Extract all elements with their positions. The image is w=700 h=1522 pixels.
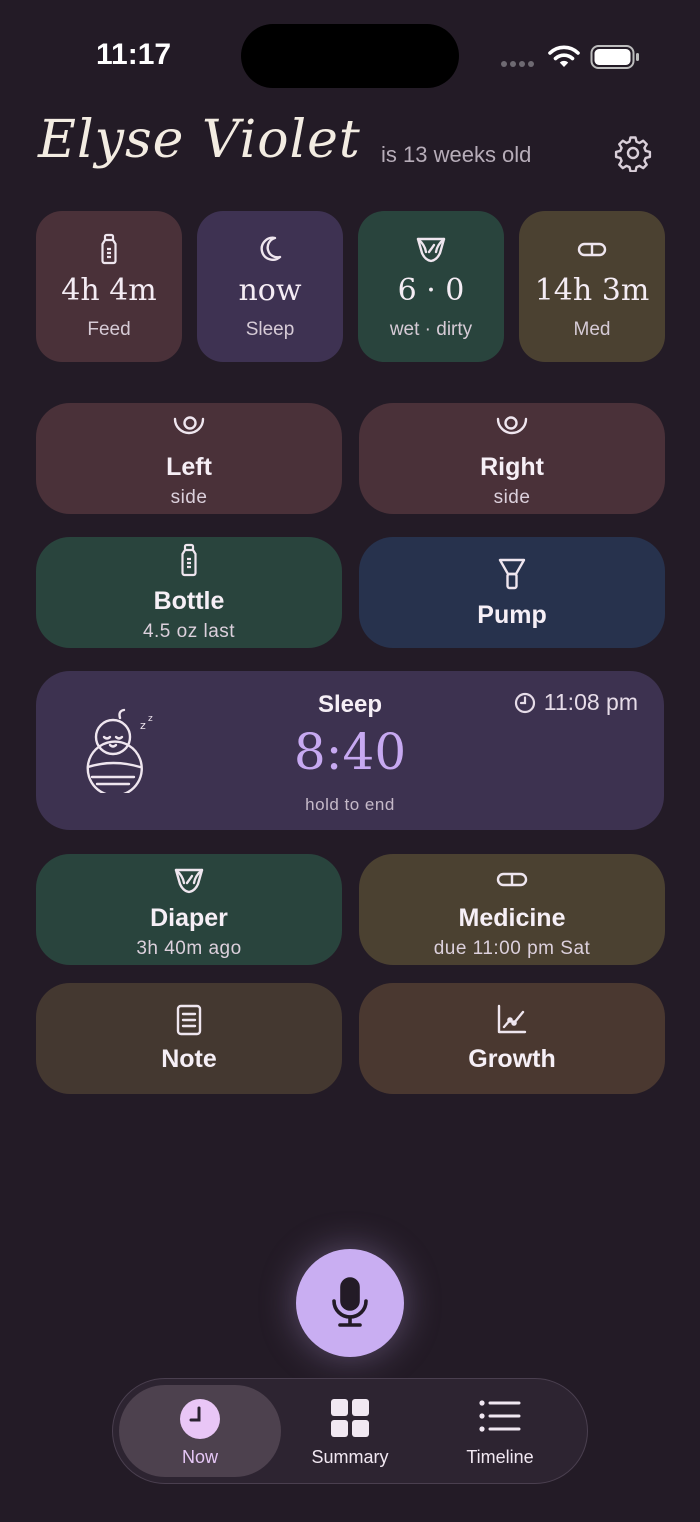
stat-diaper-label: wet · dirty xyxy=(389,319,473,340)
stat-feed[interactable]: 4h 4m Feed xyxy=(36,211,182,362)
list-icon xyxy=(479,1400,521,1432)
bottle-subtitle: 4.5 oz last xyxy=(142,621,236,642)
diaper-subtitle: 3h 40m ago xyxy=(136,938,242,959)
stat-diaper-value: 6 · 0 xyxy=(397,273,465,308)
tab-summary-label: Summary xyxy=(311,1447,389,1467)
pump-button[interactable]: Pump xyxy=(359,537,665,648)
tab-bar: Now Summary Timeline xyxy=(112,1378,588,1484)
voice-input-button[interactable] xyxy=(296,1249,404,1357)
tab-summary[interactable]: Summary xyxy=(269,1385,431,1477)
medicine-title: Medicine xyxy=(458,904,566,932)
growth-chart-icon xyxy=(497,1004,527,1034)
stat-medicine-value: 14h 3m xyxy=(534,273,650,308)
sleep-start-time-label: 11:08 pm xyxy=(543,689,638,715)
baby-name: Elyse Violet xyxy=(38,110,361,170)
baby-age: is 13 weeks old xyxy=(381,142,532,167)
moon-icon xyxy=(260,236,282,261)
growth-button[interactable]: Growth xyxy=(359,983,665,1094)
breast-right-icon xyxy=(496,416,528,435)
tab-timeline[interactable]: Timeline xyxy=(419,1385,581,1477)
stat-sleep-label: Sleep xyxy=(245,319,295,340)
pill-icon xyxy=(496,872,528,887)
sleep-elapsed-timer: 8:40 xyxy=(293,723,407,781)
bottle-icon xyxy=(181,543,197,577)
breast-left-icon xyxy=(173,416,205,435)
note-title: Note xyxy=(161,1045,217,1073)
stat-sleep[interactable]: now Sleep xyxy=(197,211,343,362)
stat-medicine[interactable]: 14h 3m Med xyxy=(519,211,665,362)
stat-feed-label: Feed xyxy=(87,319,131,340)
diaper-icon xyxy=(416,237,446,263)
left-side-title: Left xyxy=(166,453,212,481)
grid-icon xyxy=(331,1399,369,1437)
status-time: 11:17 xyxy=(96,38,172,71)
bottle-title: Bottle xyxy=(153,587,225,615)
diaper-button[interactable]: Diaper 3h 40m ago xyxy=(36,854,342,965)
cellular-signal-icon xyxy=(501,61,534,67)
tab-now[interactable]: Now xyxy=(119,1385,281,1477)
right-side-title: Right xyxy=(480,453,544,481)
diaper-icon xyxy=(174,868,204,894)
wifi-icon xyxy=(548,45,580,67)
note-button[interactable]: Note xyxy=(36,983,342,1094)
pump-icon xyxy=(498,558,526,590)
stat-diaper[interactable]: 6 · 0 wet · dirty xyxy=(358,211,504,362)
clock-icon xyxy=(514,692,535,713)
right-side-subtitle: side xyxy=(493,487,531,508)
pill-icon xyxy=(577,242,607,257)
diaper-title: Diaper xyxy=(150,904,228,932)
medicine-button[interactable]: Medicine due 11:00 pm Sat xyxy=(359,854,665,965)
bottle-button[interactable]: Bottle 4.5 oz last xyxy=(36,537,342,648)
tab-timeline-label: Timeline xyxy=(466,1447,534,1467)
tab-now-label: Now xyxy=(181,1447,218,1467)
sleep-timer-card[interactable]: z z Sleep 8:40 hold to end 11:08 pm xyxy=(36,671,664,830)
sleep-hold-hint: hold to end xyxy=(305,795,395,814)
clock-icon xyxy=(180,1399,220,1439)
pump-title: Pump xyxy=(477,601,547,629)
stat-feed-value: 4h 4m xyxy=(61,273,157,308)
microphone-icon xyxy=(332,1277,368,1327)
note-icon xyxy=(176,1004,202,1036)
medicine-subtitle: due 11:00 pm Sat xyxy=(433,938,591,959)
sleep-start-time[interactable]: 11:08 pm xyxy=(514,689,638,716)
dynamic-island xyxy=(241,24,459,88)
stat-sleep-value: now xyxy=(238,273,302,308)
bottle-icon xyxy=(101,233,117,265)
stat-medicine-label: Med xyxy=(573,319,611,340)
right-side-button[interactable]: Right side xyxy=(359,403,665,514)
gear-icon[interactable] xyxy=(614,134,652,172)
left-side-subtitle: side xyxy=(170,487,208,508)
left-side-button[interactable]: Left side xyxy=(36,403,342,514)
battery-icon xyxy=(590,45,639,69)
growth-title: Growth xyxy=(468,1045,556,1073)
